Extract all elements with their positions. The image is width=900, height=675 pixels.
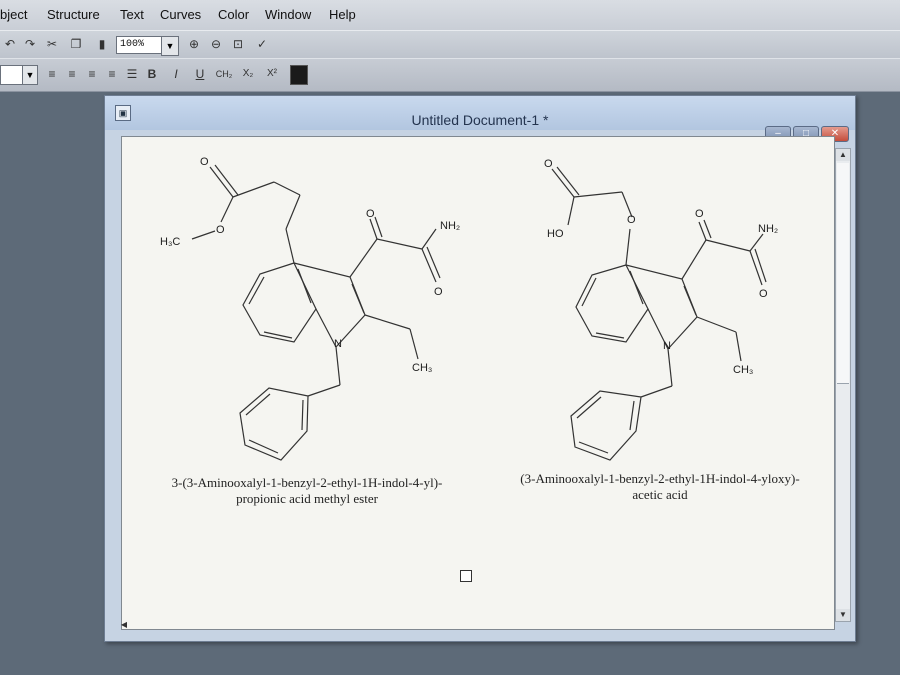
mol1-atom-h3c: H₃C bbox=[160, 236, 180, 248]
italic-button[interactable]: I bbox=[166, 64, 186, 84]
superscript-button[interactable]: X² bbox=[262, 64, 282, 84]
menu-text[interactable]: Text bbox=[120, 7, 144, 22]
mol1-atom-n: N bbox=[334, 338, 342, 350]
paste-icon[interactable]: ▮ bbox=[92, 34, 112, 54]
list-icon[interactable]: ☰ bbox=[122, 64, 142, 84]
formula-button[interactable]: CH₂ bbox=[214, 64, 234, 84]
mol1-caption-line1: 3-(3-Aminooxalyl-1-benzyl-2-ethyl-1H-ind… bbox=[171, 475, 443, 490]
drawing-canvas[interactable]: O O H₃C O NH₂ O N CH₃ O HO O O NH₂ O N C… bbox=[121, 136, 835, 630]
mol1-atom-o-top: O bbox=[200, 156, 209, 168]
zoom-in-icon[interactable]: ⊕ bbox=[184, 34, 204, 54]
document-titlebar[interactable]: ▣ Untitled Document-1 * bbox=[105, 96, 855, 130]
scroll-up-icon[interactable]: ▲ bbox=[836, 149, 850, 161]
zoom-dropdown-icon[interactable]: ▼ bbox=[161, 36, 179, 56]
text-color-button[interactable] bbox=[290, 65, 308, 85]
check-icon[interactable]: ✓ bbox=[252, 34, 272, 54]
menu-object[interactable]: bject bbox=[0, 7, 27, 22]
mol1-atom-o-keto: O bbox=[366, 208, 375, 220]
scroll-left-icon[interactable]: ◀ bbox=[119, 620, 129, 630]
text-format-toolbar: ▼ ≡ ≡ ≡ ≡ ☰ B I U CH₂ X₂ X² bbox=[0, 58, 900, 92]
menu-structure[interactable]: Structure bbox=[47, 7, 100, 22]
mol2-atom-ch3: CH₃ bbox=[733, 364, 753, 376]
style-dropdown[interactable]: ▼ bbox=[0, 65, 38, 85]
copy-icon[interactable]: ❐ bbox=[66, 34, 86, 54]
redo-icon[interactable]: ↷ bbox=[20, 34, 40, 54]
mol1-caption-line2: propionic acid methyl ester bbox=[236, 491, 378, 506]
chevron-down-icon: ▼ bbox=[22, 66, 37, 84]
undo-icon[interactable]: ↶ bbox=[0, 34, 20, 54]
zoom-out-icon[interactable]: ⊖ bbox=[206, 34, 226, 54]
document-window: ▣ Untitled Document-1 * – □ ✕ O O H₃C O … bbox=[104, 95, 856, 642]
mol1-atom-o-ester: O bbox=[216, 224, 225, 236]
mol2-atom-n: N bbox=[663, 340, 671, 352]
underline-button[interactable]: U bbox=[190, 64, 210, 84]
bold-button[interactable]: B bbox=[142, 64, 162, 84]
structure-drawing: O O H₃C O NH₂ O N CH₃ O HO O O NH₂ O N C… bbox=[160, 156, 778, 461]
mol2-atom-o-keto: O bbox=[695, 208, 704, 220]
align-center-icon[interactable]: ≡ bbox=[62, 64, 82, 84]
subscript-button[interactable]: X₂ bbox=[238, 64, 258, 84]
cut-icon[interactable]: ✂ bbox=[42, 34, 62, 54]
mol2-caption-line1: (3-Aminooxalyl-1-benzyl-2-ethyl-1H-indol… bbox=[520, 471, 800, 486]
mol2-atom-ho: HO bbox=[547, 228, 564, 240]
mol2-caption[interactable]: (3-Aminooxalyl-1-benzyl-2-ethyl-1H-indol… bbox=[490, 471, 830, 503]
mol1-atom-nh2: NH₂ bbox=[440, 220, 460, 232]
mol2-atom-o-amide: O bbox=[759, 288, 768, 300]
mol2-atom-nh2: NH₂ bbox=[758, 223, 778, 235]
vertical-scrollbar[interactable]: ▲ ▼ bbox=[835, 148, 851, 622]
align-right-icon[interactable]: ≡ bbox=[82, 64, 102, 84]
scroll-thumb[interactable] bbox=[837, 163, 849, 384]
menu-help[interactable]: Help bbox=[329, 7, 356, 22]
standard-toolbar: ↶ ↷ ✂ ❐ ▮ 100% ▼ ⊕ ⊖ ⊡ ✓ bbox=[0, 30, 900, 59]
document-title: Untitled Document-1 * bbox=[411, 112, 549, 128]
align-left-icon[interactable]: ≡ bbox=[42, 64, 62, 84]
mol2-atom-o-ether: O bbox=[627, 214, 636, 226]
mol1-caption[interactable]: 3-(3-Aminooxalyl-1-benzyl-2-ethyl-1H-ind… bbox=[132, 475, 482, 507]
menu-color[interactable]: Color bbox=[218, 7, 249, 22]
selection-handle[interactable] bbox=[460, 570, 472, 582]
align-justify-icon[interactable]: ≡ bbox=[102, 64, 122, 84]
mol2-caption-line2: acetic acid bbox=[632, 487, 688, 502]
mol2-atom-o-top: O bbox=[544, 158, 553, 170]
menu-curves[interactable]: Curves bbox=[160, 7, 201, 22]
zoom-fit-icon[interactable]: ⊡ bbox=[228, 34, 248, 54]
scroll-down-icon[interactable]: ▼ bbox=[836, 609, 850, 621]
mol1-atom-ch3: CH₃ bbox=[412, 362, 432, 374]
mol1-atom-o-amide: O bbox=[434, 286, 443, 298]
menu-bar: bject Structure Text Curves Color Window… bbox=[0, 0, 900, 30]
menu-window[interactable]: Window bbox=[265, 7, 311, 22]
